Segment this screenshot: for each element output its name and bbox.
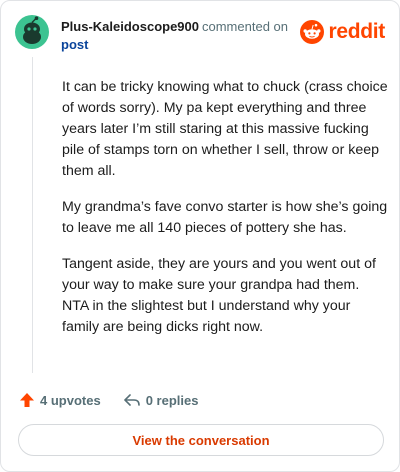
comment-paragraph-2: My grandma’s fave convo starter is how s… xyxy=(62,199,388,236)
post-link[interactable]: post xyxy=(61,36,288,54)
reply-arrow-icon xyxy=(123,394,140,406)
view-conversation-button[interactable]: View the conversation xyxy=(18,424,384,456)
commented-on-text: commented on xyxy=(202,19,288,34)
thread-line xyxy=(32,57,33,373)
replies-count: 0 replies xyxy=(145,392,199,408)
reddit-wordmark: reddit xyxy=(328,20,385,43)
reddit-comment-embed: Plus-Kaleidoscope900 commented on post re… xyxy=(0,0,400,472)
replies-stat[interactable]: 0 replies xyxy=(123,392,199,408)
upvotes-count: 4 upvotes xyxy=(40,392,101,408)
reddit-snoo-icon xyxy=(300,20,325,44)
comment-meta: Plus-Kaleidoscope900 commented on post xyxy=(61,18,288,54)
comment-paragraph-1: It can be tricky knowing what to chuck (… xyxy=(62,79,388,179)
upvote-arrow-icon xyxy=(20,393,34,407)
comment-header: Plus-Kaleidoscope900 commented on post re… xyxy=(15,15,385,55)
reddit-logo[interactable]: reddit xyxy=(300,17,385,47)
comment-body: It can be tricky knowing what to chuck (… xyxy=(62,77,388,353)
comment-footer: 4 upvotes 0 replies xyxy=(19,389,198,411)
username-link[interactable]: Plus-Kaleidoscope900 xyxy=(61,19,199,34)
upvotes-stat[interactable]: 4 upvotes xyxy=(19,392,101,408)
comment-paragraph-3: Tangent aside, they are yours and you we… xyxy=(62,256,376,335)
user-avatar-icon[interactable] xyxy=(15,15,49,49)
